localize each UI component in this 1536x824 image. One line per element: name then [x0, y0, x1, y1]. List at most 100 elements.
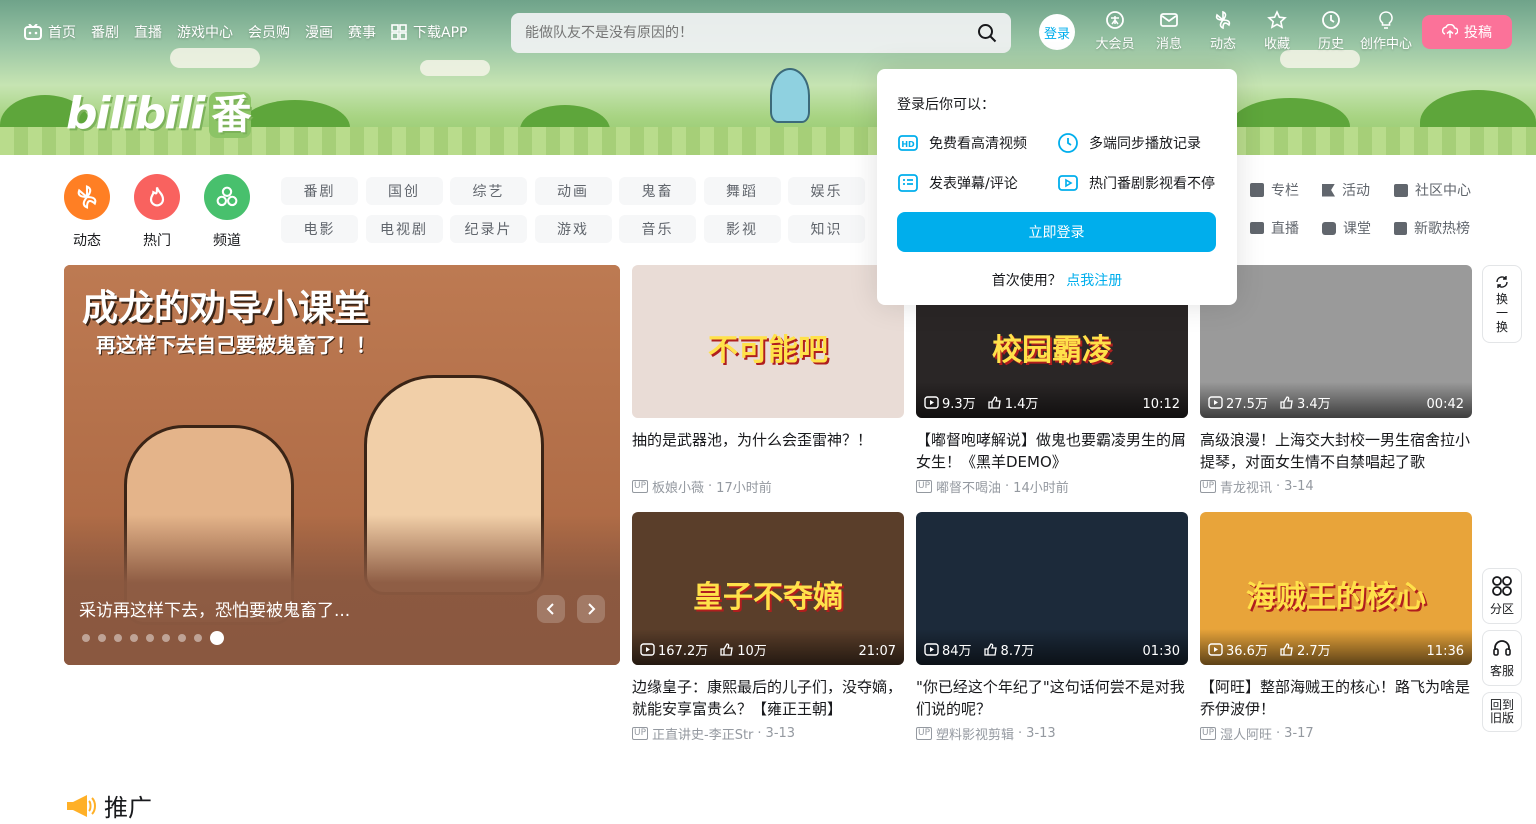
- channel-hot[interactable]: 热门: [134, 174, 180, 250]
- refresh-button[interactable]: 换一换: [1482, 265, 1522, 343]
- video-title[interactable]: "你已经这个年纪了"这句话何尝不是对我们说的呢？: [916, 676, 1188, 720]
- upload-icon: [1442, 24, 1458, 38]
- tag-music[interactable]: 音乐: [619, 215, 696, 243]
- nav-vip[interactable]: 大会员: [1088, 10, 1142, 52]
- video-title[interactable]: 高级浪漫！上海交大封校一男生宿舍拉小提琴，对面女生情不自禁唱起了歌: [1200, 429, 1472, 473]
- video-thumbnail[interactable]: 海贼王的核心 36.6万 2.7万 11:36: [1200, 512, 1472, 665]
- carousel-dot[interactable]: [98, 634, 106, 642]
- tag-animation[interactable]: 动画: [534, 177, 612, 205]
- popup-login-button[interactable]: 立即登录: [897, 212, 1216, 252]
- carousel-dot[interactable]: [210, 631, 224, 645]
- video-title[interactable]: 抽的是武器池，为什么会歪雷神？！: [632, 429, 904, 473]
- bilibili-logo[interactable]: bilibili 番: [66, 82, 252, 140]
- nav-favorite[interactable]: 收藏: [1250, 10, 1304, 52]
- tag-entertainment[interactable]: 娱乐: [788, 177, 865, 205]
- nav-match[interactable]: 赛事: [348, 22, 376, 42]
- old-version-button[interactable]: 回到旧版: [1482, 692, 1522, 732]
- nav-dynamic[interactable]: 动态: [1196, 10, 1250, 52]
- tag-film[interactable]: 影视: [703, 215, 781, 243]
- up-badge-icon: UP: [632, 727, 649, 740]
- search-icon[interactable]: [977, 23, 997, 43]
- tag-movie[interactable]: 电影: [281, 215, 358, 243]
- popup-register-row: 首次使用？ 点我注册: [897, 270, 1217, 290]
- tag-variety[interactable]: 综艺: [450, 177, 527, 205]
- link-community[interactable]: 社区中心: [1394, 181, 1494, 199]
- video-author: 板娘小薇: [652, 481, 705, 496]
- video-thumbnail[interactable]: 皇子不夺嫡 167.2万 10万 21:07: [632, 512, 904, 665]
- video-title[interactable]: 【阿旺】整部海贼王的核心！路飞为啥是乔伊波伊！: [1200, 676, 1472, 720]
- video-card[interactable]: 84万 8.7万 01:30 "你已经这个年纪了"这句话何尝不是对我们说的呢？ …: [916, 512, 1188, 743]
- video-duration: 00:42: [1426, 397, 1464, 412]
- nav-home[interactable]: 首页: [24, 22, 76, 42]
- classroom-icon: [1322, 221, 1336, 235]
- video-card[interactable]: 皇子不夺嫡 167.2万 10万 21:07 边缘皇子：康熙最后的儿子们，没夺嫡…: [632, 512, 904, 743]
- carousel-dot[interactable]: [178, 634, 186, 642]
- tag-knowledge[interactable]: 知识: [788, 215, 865, 243]
- tag-game[interactable]: 游戏: [534, 215, 612, 243]
- banner-carousel[interactable]: 成龙的劝导小课堂 再这样下去自己要被鬼畜了！！ 采访再这样下去，恐怕要被鬼畜了.…: [64, 265, 620, 665]
- video-thumbnail[interactable]: 不可能吧: [632, 265, 904, 418]
- tag-kichiku[interactable]: 鬼畜: [619, 177, 696, 205]
- carousel-dot[interactable]: [114, 634, 122, 642]
- tag-dance[interactable]: 舞蹈: [703, 177, 781, 205]
- tag-documentary[interactable]: 纪录片: [450, 215, 527, 243]
- zone-button[interactable]: 分区: [1482, 568, 1522, 624]
- nav-download-app[interactable]: 下载APP: [391, 22, 467, 42]
- nav-favorite-label: 收藏: [1263, 37, 1290, 52]
- feature-hd: HD 免费看高清视频: [897, 132, 1057, 154]
- video-thumbnail[interactable]: 84万 8.7万 01:30: [916, 512, 1188, 665]
- service-button[interactable]: 客服: [1482, 630, 1522, 686]
- video-card[interactable]: 27.5万 3.4万 00:42 高级浪漫！上海交大封校一男生宿舍拉小提琴，对面…: [1200, 265, 1472, 496]
- video-meta[interactable]: UP 湿人阿旺 · 3-17: [1200, 724, 1472, 743]
- link-live[interactable]: 直播: [1250, 219, 1322, 237]
- nav-download-label: 下载APP: [413, 25, 468, 41]
- mail-icon: [1160, 13, 1178, 27]
- video-meta[interactable]: UP 正直讲史-李正Str · 3-13: [632, 724, 904, 743]
- link-activity[interactable]: 活动: [1322, 181, 1394, 199]
- login-avatar-button[interactable]: 登录: [1039, 14, 1075, 50]
- video-meta[interactable]: UP 嘟督不喝油 · 14小时前: [916, 477, 1188, 496]
- video-title[interactable]: 边缘皇子：康熙最后的儿子们，没夺嫡，就能安享富贵么？【雍正王朝】: [632, 676, 904, 720]
- nav-game-center[interactable]: 游戏中心: [177, 22, 233, 42]
- nav-history[interactable]: 历史: [1304, 10, 1358, 52]
- carousel-dot[interactable]: [162, 634, 170, 642]
- video-card[interactable]: 不可能吧 抽的是武器池，为什么会歪雷神？！ UP 板娘小薇 · 17小时前: [632, 265, 904, 496]
- tag-anime[interactable]: 番剧: [281, 177, 358, 205]
- banner-caption[interactable]: 采访再这样下去，恐怕要被鬼畜了...: [79, 596, 350, 621]
- video-thumbnail[interactable]: 27.5万 3.4万 00:42: [1200, 265, 1472, 418]
- tag-tv[interactable]: 电视剧: [365, 215, 443, 243]
- nav-dynamic-label: 动态: [1209, 37, 1236, 52]
- video-meta[interactable]: UP 青龙视讯 · 3-14: [1200, 477, 1472, 496]
- carousel-dot[interactable]: [130, 634, 138, 642]
- nav-live[interactable]: 直播: [134, 22, 162, 42]
- search-input[interactable]: [525, 25, 977, 41]
- nav-mall[interactable]: 会员购: [248, 22, 290, 42]
- video-meta[interactable]: UP 塑料影视剪辑 · 3-13: [916, 724, 1188, 743]
- channel-dynamic[interactable]: 动态: [64, 174, 110, 250]
- nav-creator[interactable]: 创作中心: [1358, 10, 1414, 52]
- link-column[interactable]: 专栏: [1250, 181, 1322, 199]
- bulb-icon: [1379, 11, 1393, 29]
- channel-channels[interactable]: 频道: [204, 174, 250, 250]
- register-link[interactable]: 点我注册: [1066, 273, 1122, 289]
- carousel-prev-button[interactable]: [537, 595, 565, 623]
- nav-anime[interactable]: 番剧: [91, 22, 119, 42]
- likes-stat: 10万: [720, 640, 767, 659]
- carousel-dot[interactable]: [82, 634, 90, 642]
- link-classroom[interactable]: 课堂: [1322, 219, 1394, 237]
- link-new-songs[interactable]: 新歌热榜: [1394, 219, 1494, 237]
- nav-message[interactable]: 消息: [1142, 10, 1196, 52]
- carousel-dot[interactable]: [146, 634, 154, 642]
- danmaku-icon: [898, 174, 918, 192]
- top-nav-right: 大会员 消息 动态 收藏 历史 创作中心: [1088, 10, 1414, 52]
- nav-manga[interactable]: 漫画: [305, 22, 333, 42]
- search-bar: [511, 13, 1011, 53]
- tag-guochuang[interactable]: 国创: [365, 177, 443, 205]
- banner-art-title: 成龙的劝导小课堂: [82, 288, 371, 329]
- video-title[interactable]: 【嘟督咆哮解说】做鬼也要霸凌男生的屑女生！《黑羊DEMO》: [916, 429, 1188, 473]
- carousel-dot[interactable]: [194, 634, 202, 642]
- video-meta[interactable]: UP 板娘小薇 · 17小时前: [632, 477, 904, 496]
- upload-button[interactable]: 投稿: [1422, 15, 1512, 49]
- video-card[interactable]: 海贼王的核心 36.6万 2.7万 11:36 【阿旺】整部海贼王的核心！路飞为…: [1200, 512, 1472, 743]
- carousel-next-button[interactable]: [577, 595, 605, 623]
